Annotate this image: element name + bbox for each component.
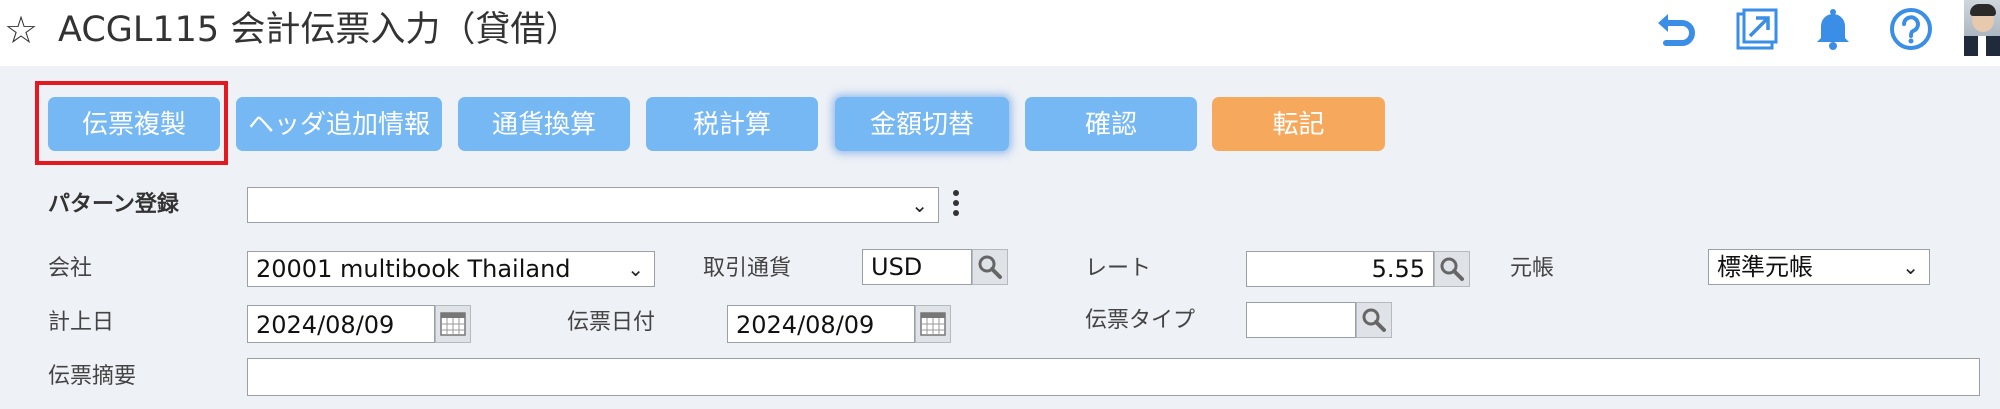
voucher-date-calendar-button[interactable] <box>915 305 951 343</box>
pattern-select[interactable]: ⌄ <box>247 187 939 223</box>
company-select[interactable]: 20001 multibook Thailand ⌄ <box>247 251 655 287</box>
bell-icon[interactable] <box>1810 6 1856 52</box>
posting-date-input[interactable]: 2024/08/09 <box>247 305 435 343</box>
favorite-star-icon[interactable]: ☆ <box>4 8 38 52</box>
export-icon[interactable] <box>1734 6 1780 52</box>
rate-input[interactable]: 5.55 <box>1246 251 1434 287</box>
ledger-select[interactable]: 標準元帳 ⌄ <box>1708 249 1930 285</box>
currency-search-button[interactable] <box>972 249 1008 285</box>
search-icon <box>1362 308 1386 332</box>
search-icon <box>1440 257 1464 281</box>
help-icon[interactable] <box>1888 6 1934 52</box>
confirm-button[interactable]: 確認 <box>1025 97 1197 151</box>
rate-search-button[interactable] <box>1434 251 1470 287</box>
calendar-icon <box>920 312 946 336</box>
search-icon <box>978 255 1002 279</box>
pattern-label: パターン登録 <box>48 192 179 217</box>
company-value: 20001 multibook Thailand <box>256 255 571 283</box>
calendar-icon <box>440 312 466 336</box>
voucher-type-label: 伝票タイプ <box>1085 308 1196 333</box>
amount-toggle-button[interactable]: 金額切替 <box>835 97 1009 151</box>
chevron-down-icon: ⌄ <box>627 257 644 281</box>
company-label: 会社 <box>48 256 93 281</box>
rate-label: レート <box>1085 256 1152 281</box>
voucher-date-input[interactable]: 2024/08/09 <box>727 305 915 343</box>
currency-input[interactable]: USD <box>862 249 972 285</box>
posting-date-calendar-button[interactable] <box>435 305 471 343</box>
duplicate-voucher-button[interactable]: 伝票複製 <box>48 97 220 151</box>
voucher-type-input[interactable] <box>1246 302 1356 338</box>
voucher-type-search-button[interactable] <box>1356 302 1392 338</box>
voucher-summary-label: 伝票摘要 <box>48 364 137 389</box>
post-button[interactable]: 転記 <box>1212 97 1385 151</box>
tax-calculation-button[interactable]: 税計算 <box>646 97 818 151</box>
posting-date-label: 計上日 <box>48 310 115 335</box>
chevron-down-icon: ⌄ <box>1902 255 1919 279</box>
user-avatar[interactable] <box>1964 0 2000 56</box>
ledger-label: 元帳 <box>1510 256 1555 281</box>
header-additional-info-button[interactable]: ヘッダ追加情報 <box>236 97 442 151</box>
page-title: ACGL115 会計伝票入力（貸借） <box>58 10 581 50</box>
ledger-value: 標準元帳 <box>1717 253 1813 281</box>
voucher-summary-input[interactable] <box>247 358 1980 396</box>
currency-label: 取引通貨 <box>703 256 792 281</box>
page-header: ☆ ACGL115 会計伝票入力（貸借） <box>0 0 2000 66</box>
currency-conversion-button[interactable]: 通貨換算 <box>458 97 630 151</box>
undo-icon[interactable] <box>1654 6 1700 52</box>
voucher-date-label: 伝票日付 <box>567 310 656 335</box>
chevron-down-icon: ⌄ <box>911 193 928 217</box>
more-options-icon[interactable] <box>952 190 960 224</box>
